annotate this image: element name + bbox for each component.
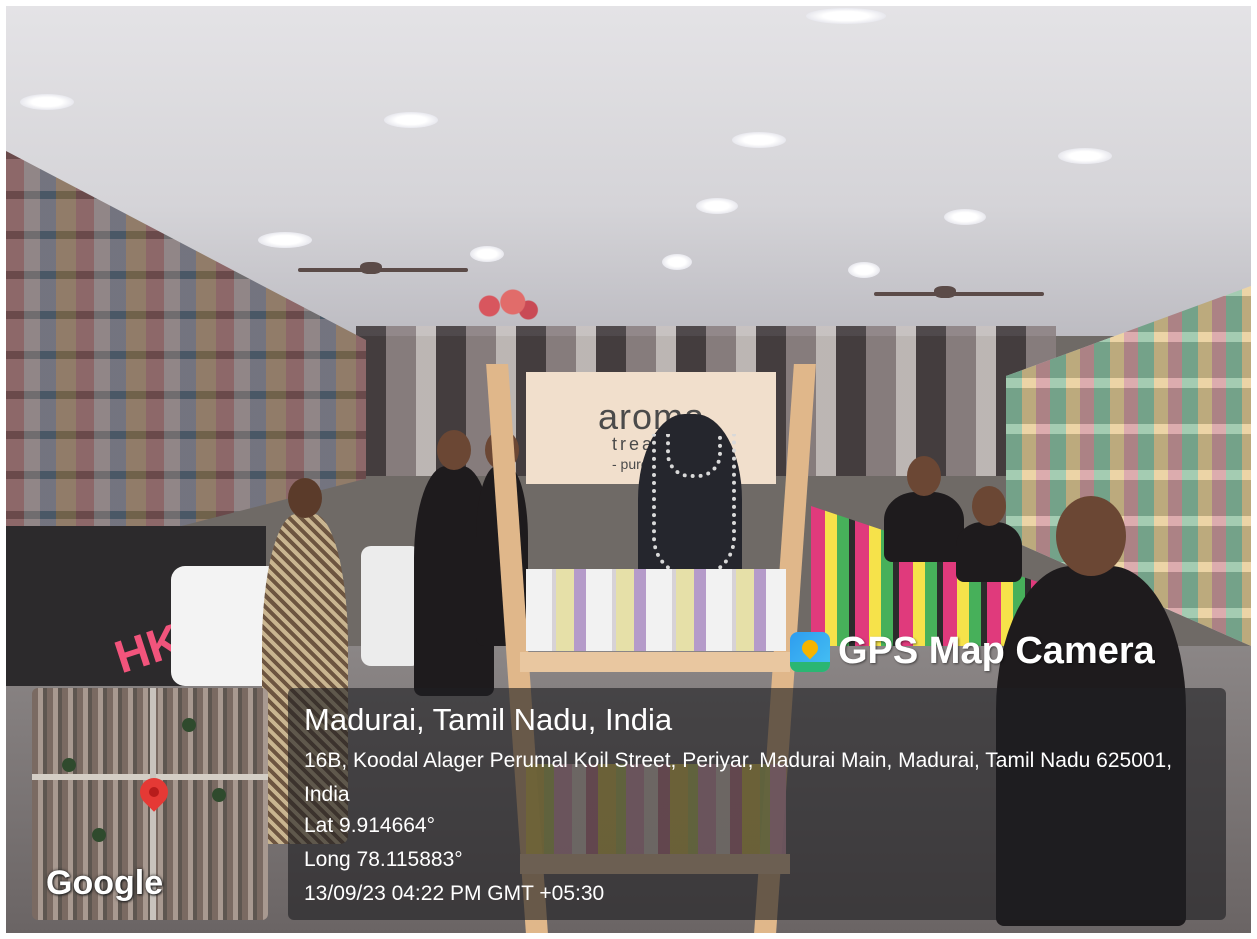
latitude-text: Lat 9.914664° bbox=[304, 814, 436, 837]
gps-map-camera-badge: GPS Map Camera bbox=[790, 630, 1155, 673]
ceiling-light bbox=[848, 262, 880, 278]
location-title: Madurai, Tamil Nadu, India bbox=[304, 702, 673, 737]
flower-decoration bbox=[466, 286, 544, 326]
map-tree bbox=[182, 718, 196, 732]
ceiling-light bbox=[662, 254, 692, 270]
shopping-bags bbox=[361, 546, 421, 666]
map-tree bbox=[62, 758, 76, 772]
map-tree bbox=[212, 788, 226, 802]
stand-shelf bbox=[520, 652, 790, 672]
ceiling-fan-hub bbox=[934, 286, 956, 298]
ceiling-light bbox=[806, 8, 886, 24]
ceiling-fan bbox=[298, 268, 468, 272]
product-boxes bbox=[526, 569, 786, 651]
ceiling-light bbox=[944, 209, 986, 225]
necklace bbox=[666, 434, 722, 478]
staff-member bbox=[884, 456, 964, 562]
ceiling-light bbox=[470, 246, 504, 262]
ceiling-light bbox=[258, 232, 312, 248]
ceiling-light bbox=[384, 112, 438, 128]
datetime-text: 13/09/23 04:22 PM GMT +05:30 bbox=[304, 882, 605, 905]
longitude-text: Long 78.115883° bbox=[304, 848, 463, 871]
ceiling-light bbox=[20, 94, 74, 110]
gps-map-camera-icon bbox=[790, 631, 830, 672]
location-address: 16B, Koodal Alager Perumal Koil Street, … bbox=[304, 749, 1173, 806]
ceiling-fan bbox=[874, 292, 1044, 296]
gps-brand-title: GPS Map Camera bbox=[838, 630, 1155, 672]
google-logo: Google bbox=[46, 864, 164, 902]
staff-member bbox=[956, 486, 1022, 582]
ceiling-light bbox=[696, 198, 738, 214]
ceiling-light bbox=[732, 132, 786, 148]
ceiling-light bbox=[1058, 148, 1112, 164]
ceiling-fan-hub bbox=[360, 262, 382, 274]
map-pin-icon bbox=[134, 772, 174, 812]
map-tree bbox=[92, 828, 106, 842]
